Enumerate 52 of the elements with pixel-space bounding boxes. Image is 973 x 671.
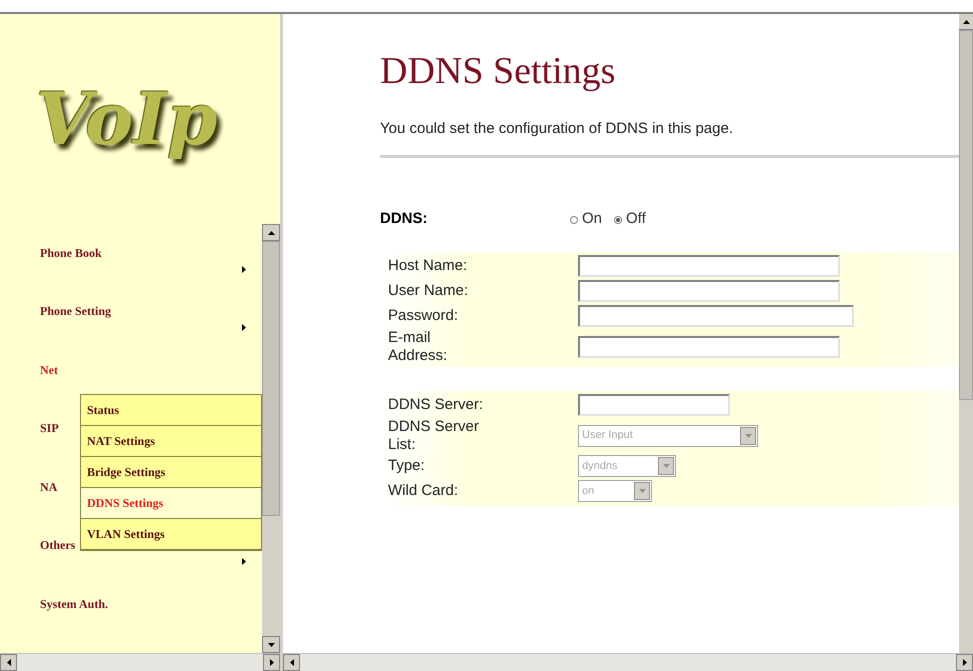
left-arrow-icon — [6, 659, 10, 666]
text-input[interactable] — [578, 305, 854, 327]
menu-link[interactable]: Others — [40, 536, 76, 554]
submenu-item[interactable]: Status — [81, 395, 261, 426]
field-label: Password: — [388, 307, 460, 325]
horizontal-scrollbar[interactable] — [0, 653, 280, 671]
submenu-item[interactable]: NAT Settings — [81, 426, 261, 457]
field-label: E-mail Address: — [388, 328, 448, 364]
scroll-down-button[interactable] — [262, 636, 280, 653]
text-input[interactable] — [578, 255, 840, 277]
scroll-thumb[interactable] — [959, 30, 973, 400]
menu-link[interactable]: Net — [40, 360, 58, 379]
vertical-scrollbar[interactable] — [262, 224, 280, 653]
radio-option[interactable]: Off — [614, 208, 646, 231]
right-arrow-icon — [962, 659, 966, 666]
field-label: Host Name: — [388, 257, 468, 275]
page-title: DDNS Settings — [380, 52, 616, 90]
menu-link[interactable]: Phone Setting — [40, 302, 112, 320]
field-label: DDNS Server List: — [388, 418, 480, 454]
text-input[interactable] — [578, 336, 840, 358]
field-label: User Name: — [388, 282, 470, 300]
vertical-scrollbar[interactable] — [959, 14, 973, 653]
scroll-thumb[interactable] — [262, 241, 280, 516]
scroll-left-button[interactable] — [0, 654, 17, 671]
logo: VoIp — [36, 75, 218, 163]
scroll-up-button[interactable] — [262, 224, 280, 241]
dropdown-arrow-icon — [662, 464, 670, 468]
text-input[interactable] — [578, 280, 840, 302]
left-arrow-icon — [290, 659, 294, 666]
down-arrow-icon — [268, 642, 274, 646]
up-arrow-icon — [268, 230, 274, 234]
horizontal-scrollbar[interactable] — [283, 653, 973, 671]
scroll-right-button[interactable] — [956, 654, 973, 671]
field-label: Type: — [388, 457, 426, 475]
submenu-item[interactable]: Bridge Settings — [81, 457, 261, 488]
field-label: Wild Card: — [388, 482, 460, 500]
field-label: DDNS Server: — [388, 396, 484, 414]
menu-link[interactable]: NA — [40, 478, 58, 496]
menu-link[interactable]: SIP — [40, 419, 59, 438]
page-description: You could set the configuration of DDNS in this page. — [380, 119, 734, 139]
scroll-right-button[interactable] — [263, 654, 280, 671]
menu-link[interactable]: System Auth. — [40, 594, 108, 613]
radio-option[interactable]: On — [570, 208, 602, 231]
right-arrow-icon — [270, 659, 274, 666]
submenu-item[interactable]: VLAN Settings — [81, 519, 261, 550]
scroll-left-button[interactable] — [283, 654, 300, 671]
menu-link[interactable]: Phone Book — [40, 244, 102, 262]
text-input[interactable] — [578, 394, 730, 416]
ddns-label: DDNS: — [380, 209, 428, 230]
up-arrow-icon — [962, 20, 970, 24]
dropdown-arrow-icon — [744, 434, 752, 438]
dropdown-arrow-icon — [638, 489, 646, 493]
